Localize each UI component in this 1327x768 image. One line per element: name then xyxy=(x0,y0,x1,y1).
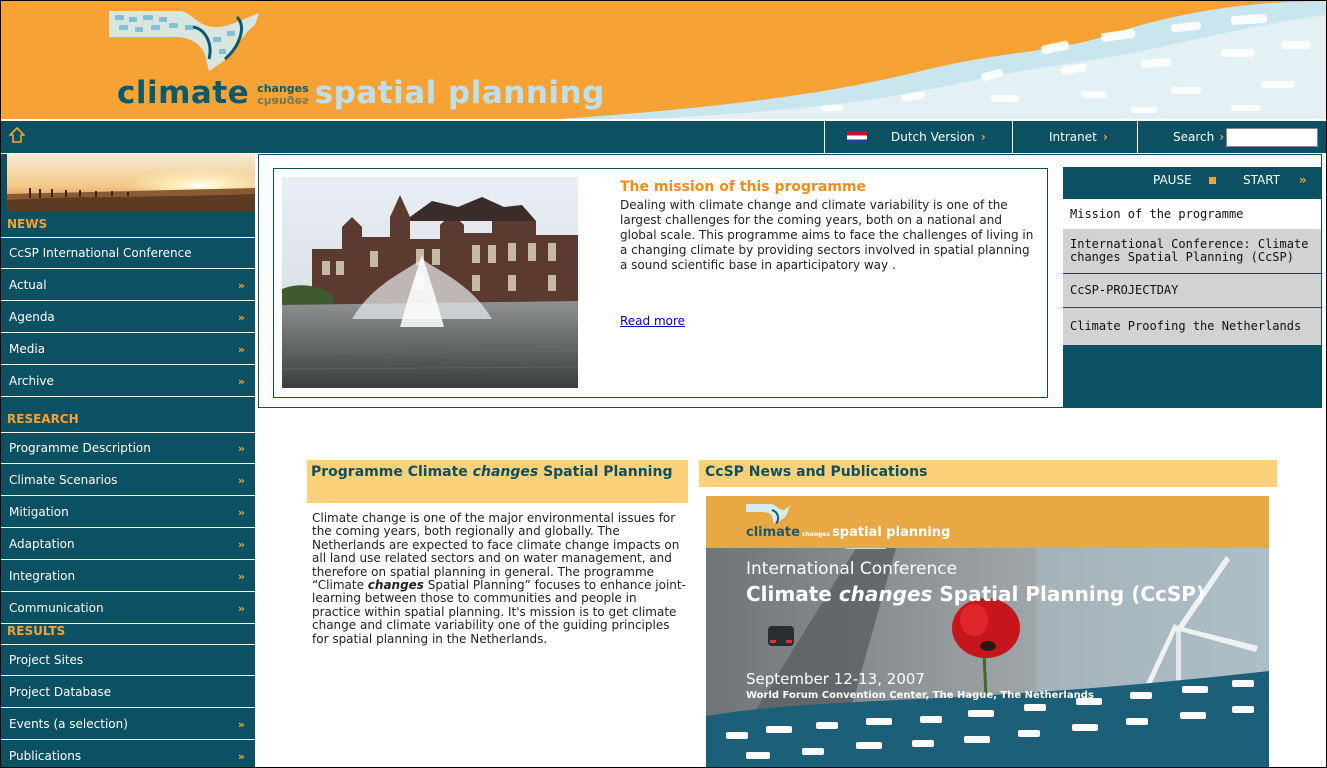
site-banner: climate changes changes spatial planning xyxy=(1,1,1326,119)
chevron-right-icon: › xyxy=(1102,130,1108,144)
double-chevron-right-icon: » xyxy=(237,537,245,551)
logo-word-climate: climate xyxy=(117,75,250,111)
intranet-label: Intranet xyxy=(1049,130,1097,144)
left-navigation: NEWS CcSP International Conference Actual »… xyxy=(1,154,255,767)
nav-item-media[interactable]: Media » xyxy=(1,334,255,365)
double-chevron-right-icon: » xyxy=(237,601,245,615)
slide-item-climate-proofing[interactable]: Climate Proofing the Netherlands xyxy=(1063,308,1321,346)
nav-item-label: Agenda xyxy=(9,310,55,324)
slide-item-conference[interactable]: International Conference: Climate change… xyxy=(1063,229,1321,274)
double-chevron-right-icon: » xyxy=(237,342,245,356)
double-chevron-right-icon[interactable]: » xyxy=(1299,173,1307,187)
programme-heading: Programme Climate changes Spatial Planni… xyxy=(307,460,688,503)
pause-button[interactable]: PAUSE xyxy=(1153,173,1192,187)
slide-item-projectday[interactable]: CcSP-PROJECTDAY xyxy=(1063,274,1321,308)
nav-item-programme-description[interactable]: Programme Description » xyxy=(1,433,255,464)
nav-item-actual[interactable]: Actual » xyxy=(1,270,255,301)
nav-item-label: Archive xyxy=(9,374,54,388)
sunset-beach-photo xyxy=(7,154,255,211)
nav-item-label: Media xyxy=(9,342,46,356)
double-chevron-right-icon: » xyxy=(237,749,245,763)
logo-word-changes: changes changes xyxy=(257,82,309,108)
poster-header-band xyxy=(706,496,1269,548)
poster-date: September 12-13, 2007 xyxy=(746,670,925,688)
nav-item-integration[interactable]: Integration » xyxy=(1,561,255,592)
search-label: Search xyxy=(1173,130,1215,144)
double-chevron-right-icon: » xyxy=(237,473,245,487)
dutch-version-link[interactable]: Dutch Version › xyxy=(824,121,1012,153)
home-icon[interactable] xyxy=(8,126,29,147)
nav-item-label: Climate Scenarios xyxy=(9,473,118,487)
dutch-flag-icon xyxy=(847,130,867,144)
search-input[interactable] xyxy=(1226,127,1319,147)
nav-item-archive[interactable]: Archive » xyxy=(1,366,255,397)
page-frame: climate changes changes spatial planning… xyxy=(0,0,1327,768)
double-chevron-right-icon: » xyxy=(237,717,245,731)
chevron-right-icon: › xyxy=(1219,130,1225,144)
slide-item-mission[interactable]: Mission of the programme xyxy=(1063,199,1321,229)
double-chevron-right-icon: » xyxy=(237,374,245,388)
nav-item-climate-scenarios[interactable]: Climate Scenarios » xyxy=(1,465,255,496)
nav-item-publications[interactable]: Publications » xyxy=(1,741,255,767)
nav-item-label: CcSP International Conference xyxy=(9,246,192,260)
nav-heading-research: RESEARCH xyxy=(1,406,255,433)
news-heading: CcSP News and Publications xyxy=(699,460,1277,487)
feature-text: Dealing with climate change and climate … xyxy=(620,198,1034,272)
poster-conference-title: Climate changes Spatial Planning (CcSP) xyxy=(746,582,1206,606)
nav-heading-news: NEWS xyxy=(1,211,255,238)
nav-item-mitigation[interactable]: Mitigation » xyxy=(1,497,255,528)
nav-item-label: Integration xyxy=(9,569,76,583)
slideshow-panel: PAUSE START » Mission of the programme I… xyxy=(1063,167,1321,407)
poster-logo-pattern-icon xyxy=(746,504,790,524)
conference-poster[interactable]: climate changes spatial planning Internati… xyxy=(706,496,1269,767)
intranet-link[interactable]: Intranet › xyxy=(1012,121,1137,153)
poster-conference-label: International Conference xyxy=(746,559,958,579)
dutch-version-label: Dutch Version xyxy=(891,130,975,144)
nav-item-label: Actual xyxy=(9,278,47,292)
logo-pattern-icon xyxy=(109,11,259,71)
double-chevron-right-icon: » xyxy=(237,569,245,583)
nav-item-label: Project Database xyxy=(9,685,112,699)
nav-item-project-database[interactable]: Project Database xyxy=(1,677,255,708)
double-chevron-right-icon: » xyxy=(237,278,245,292)
chevron-right-icon: › xyxy=(980,130,986,144)
feature-title: The mission of this programme xyxy=(620,179,867,195)
poster-logo: climate changes spatial planning xyxy=(746,525,951,540)
read-more-link[interactable]: Read more xyxy=(620,314,685,328)
stop-square-icon xyxy=(1209,177,1216,184)
double-chevron-right-icon: » xyxy=(237,441,245,455)
nav-item-label: Communication xyxy=(9,601,104,615)
double-chevron-right-icon: » xyxy=(237,310,245,324)
logo-word-spatial-planning: spatial planning xyxy=(314,75,605,111)
nav-item-events-a-selection[interactable]: Events (a selection) » xyxy=(1,709,255,740)
poster-venue: World Forum Convention Center, The Hague… xyxy=(746,690,1094,701)
search-area: Search › xyxy=(1137,121,1326,153)
nav-item-ccsp-international-conference[interactable]: CcSP International Conference xyxy=(1,238,255,269)
programme-text: Climate change is one of the major envir… xyxy=(312,511,686,646)
nav-heading-results: RESULTS xyxy=(1,618,255,645)
nav-item-label: Publications xyxy=(9,749,82,763)
nav-item-label: Mitigation xyxy=(9,505,69,519)
nav-item-label: Adaptation xyxy=(9,537,75,551)
slideshow-controls: PAUSE START » xyxy=(1063,167,1321,193)
binnenhof-photo xyxy=(282,177,578,388)
site-logo[interactable]: climate changes changes spatial planning xyxy=(117,75,605,111)
nav-item-agenda[interactable]: Agenda » xyxy=(1,302,255,333)
nav-item-label: Programme Description xyxy=(9,441,151,455)
top-nav-bar: Dutch Version › Intranet › Search › xyxy=(1,121,1326,153)
nav-item-project-sites[interactable]: Project Sites xyxy=(1,645,255,676)
nav-item-label: Events (a selection) xyxy=(9,717,128,731)
double-chevron-right-icon: » xyxy=(237,505,245,519)
nav-item-label: Project Sites xyxy=(9,653,84,667)
start-button[interactable]: START xyxy=(1243,173,1280,187)
nav-item-adaptation[interactable]: Adaptation » xyxy=(1,529,255,560)
